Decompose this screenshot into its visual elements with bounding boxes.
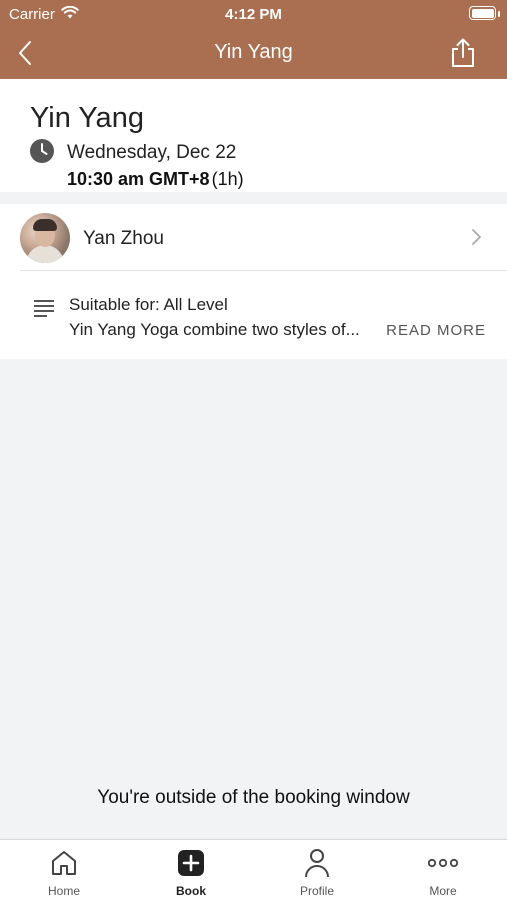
booking-window-message: You're outside of the booking window (97, 787, 410, 808)
tab-book-label: Book (176, 884, 206, 898)
divider (20, 270, 507, 271)
class-description: Yin Yang Yoga combine two styles of... (69, 320, 360, 339)
instructor-row[interactable]: Yan Zhou (0, 204, 507, 271)
tab-home[interactable]: Home (1, 840, 127, 900)
share-icon (452, 38, 474, 67)
class-header-card: Yin Yang Wednesday, Dec 22 10:30 am GMT+… (0, 79, 507, 192)
read-more-button[interactable]: READ MORE (386, 322, 486, 339)
suitable-level: Suitable for: All Level (69, 295, 228, 314)
navigation-bar: Yin Yang (0, 28, 507, 79)
tab-bar: Home Book Profile More (0, 839, 507, 900)
class-info-card: Yan Zhou Suitable for: All Level Yin Yan… (0, 204, 507, 359)
share-button[interactable] (447, 35, 479, 71)
tab-book[interactable]: Book (128, 840, 254, 900)
nav-title: Yin Yang (214, 41, 293, 63)
class-date: Wednesday, Dec 22 (67, 142, 237, 163)
status-bar: Carrier 4:12 PM (0, 0, 507, 28)
class-time: 10:30 am GMT+8 (67, 169, 210, 189)
battery-icon (469, 6, 496, 20)
chevron-right-icon (472, 229, 481, 245)
top-app-bar: Carrier 4:12 PM Yin Yang (0, 0, 507, 79)
class-time-line: 10:30 am GMT+8 (1h) (67, 169, 244, 190)
class-duration: (1h) (211, 169, 244, 189)
clock-icon (30, 139, 54, 163)
tab-profile-label: Profile (299, 884, 334, 898)
status-time: 4:12 PM (225, 6, 282, 23)
tab-profile[interactable]: Profile (254, 840, 380, 900)
plus-icon (178, 850, 204, 876)
home-icon (52, 851, 76, 875)
description-icon (34, 300, 54, 317)
tab-home-label: Home (47, 884, 80, 898)
tab-more[interactable]: More (380, 840, 506, 900)
battery-tip (498, 11, 500, 17)
person-icon (305, 849, 329, 878)
more-icon (428, 858, 458, 868)
tab-more-label: More (429, 884, 457, 898)
instructor-name: Yan Zhou (83, 228, 164, 249)
class-title: Yin Yang (30, 102, 144, 134)
avatar (20, 213, 70, 263)
